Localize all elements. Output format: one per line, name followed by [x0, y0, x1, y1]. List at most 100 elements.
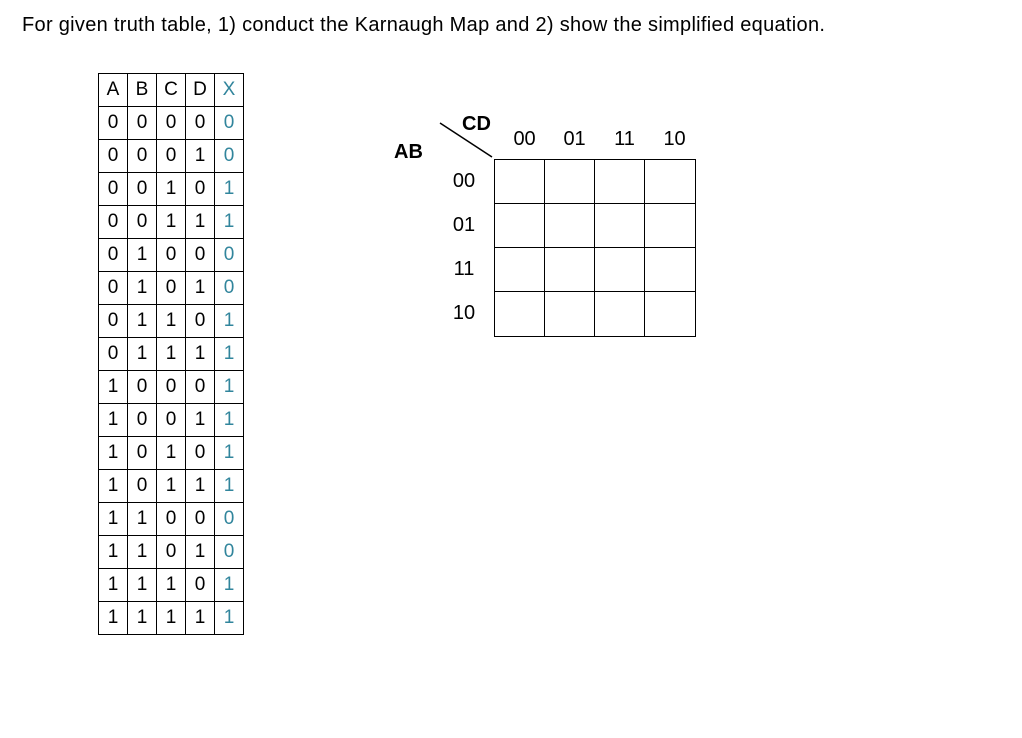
content-row: A B C D X 000000001000101001110100001010… — [22, 73, 1000, 635]
cell-input: 1 — [99, 437, 128, 470]
kmap-cell[interactable] — [645, 292, 695, 336]
table-row: 11101 — [99, 569, 244, 602]
cell-input: 1 — [128, 602, 157, 635]
table-row: 01101 — [99, 305, 244, 338]
cell-input: 1 — [157, 437, 186, 470]
kmap-col-01: 01 — [550, 119, 600, 159]
kmap-cell[interactable] — [545, 248, 595, 292]
cell-input: 0 — [99, 206, 128, 239]
cell-input: 0 — [157, 239, 186, 272]
cell-output: 1 — [215, 338, 244, 371]
cell-input: 0 — [128, 206, 157, 239]
th-c: C — [157, 74, 186, 107]
cell-input: 1 — [128, 272, 157, 305]
kmap-cell[interactable] — [595, 160, 645, 204]
kmap-cell[interactable] — [495, 160, 545, 204]
cell-input: 0 — [128, 371, 157, 404]
cell-output: 1 — [215, 173, 244, 206]
cell-input: 1 — [128, 536, 157, 569]
cell-input: 1 — [99, 503, 128, 536]
cell-input: 0 — [157, 140, 186, 173]
cell-input: 1 — [157, 305, 186, 338]
cell-input: 1 — [186, 338, 215, 371]
kmap-cell[interactable] — [595, 292, 645, 336]
cell-input: 0 — [128, 140, 157, 173]
cell-input: 1 — [157, 173, 186, 206]
table-row: 01111 — [99, 338, 244, 371]
cell-input: 1 — [99, 602, 128, 635]
cell-input: 0 — [128, 404, 157, 437]
cell-input: 0 — [99, 173, 128, 206]
table-row: 11111 — [99, 602, 244, 635]
cell-input: 0 — [99, 107, 128, 140]
cell-output: 1 — [215, 371, 244, 404]
cell-output: 1 — [215, 602, 244, 635]
table-row: 10001 — [99, 371, 244, 404]
cell-input: 1 — [128, 239, 157, 272]
kmap-ab-label: AB — [394, 141, 423, 164]
table-row: 00101 — [99, 173, 244, 206]
kmap-cell[interactable] — [495, 204, 545, 248]
cell-output: 1 — [215, 206, 244, 239]
cell-input: 1 — [186, 602, 215, 635]
cell-output: 0 — [215, 503, 244, 536]
table-row: 10101 — [99, 437, 244, 470]
table-row: 01010 — [99, 272, 244, 305]
cell-input: 0 — [186, 239, 215, 272]
cell-input: 0 — [99, 140, 128, 173]
table-row: 00111 — [99, 206, 244, 239]
cell-input: 0 — [157, 503, 186, 536]
kmap-cell[interactable] — [495, 248, 545, 292]
kmap-grid — [494, 159, 696, 337]
cell-input: 1 — [99, 536, 128, 569]
kmap-cell[interactable] — [645, 204, 695, 248]
kmap-cell[interactable] — [495, 292, 545, 336]
kmap-col-10: 10 — [650, 119, 700, 159]
kmap-cell[interactable] — [545, 204, 595, 248]
kmap-row-01: 01 — [434, 203, 494, 247]
truth-table: A B C D X 000000001000101001110100001010… — [98, 73, 244, 635]
kmap-row-labels: 00 01 11 10 — [434, 159, 494, 337]
cell-input: 0 — [186, 371, 215, 404]
kmap-cell[interactable] — [545, 292, 595, 336]
cell-input: 0 — [128, 107, 157, 140]
cell-output: 0 — [215, 140, 244, 173]
kmap-cell[interactable] — [545, 160, 595, 204]
cell-output: 0 — [215, 107, 244, 140]
kmap-row-11: 11 — [434, 247, 494, 291]
kmap-cell[interactable] — [595, 204, 645, 248]
table-row: 01000 — [99, 239, 244, 272]
cell-input: 1 — [128, 305, 157, 338]
cell-output: 0 — [215, 536, 244, 569]
cell-input: 0 — [157, 371, 186, 404]
table-row: 10111 — [99, 470, 244, 503]
question-text: For given truth table, 1) conduct the Ka… — [22, 14, 1000, 37]
cell-input: 0 — [128, 437, 157, 470]
cell-input: 0 — [186, 107, 215, 140]
cell-output: 0 — [215, 272, 244, 305]
cell-input: 1 — [157, 470, 186, 503]
kmap-cell[interactable] — [645, 160, 695, 204]
cell-input: 0 — [157, 404, 186, 437]
table-row: 10011 — [99, 404, 244, 437]
cell-input: 1 — [128, 503, 157, 536]
cell-input: 1 — [99, 371, 128, 404]
cell-output: 1 — [215, 404, 244, 437]
cell-input: 1 — [157, 338, 186, 371]
kmap-cell[interactable] — [645, 248, 695, 292]
kmap-cell[interactable] — [595, 248, 645, 292]
cell-input: 0 — [99, 239, 128, 272]
table-row: 11010 — [99, 536, 244, 569]
cell-input: 0 — [99, 272, 128, 305]
cell-output: 1 — [215, 569, 244, 602]
th-x: X — [215, 74, 244, 107]
cell-input: 1 — [157, 206, 186, 239]
cell-input: 1 — [186, 272, 215, 305]
cell-input: 0 — [157, 272, 186, 305]
cell-output: 1 — [215, 470, 244, 503]
kmap-col-labels: 00 01 11 10 — [500, 119, 700, 159]
cell-input: 1 — [186, 536, 215, 569]
table-row: 00010 — [99, 140, 244, 173]
table-row: 11000 — [99, 503, 244, 536]
cell-input: 0 — [186, 305, 215, 338]
